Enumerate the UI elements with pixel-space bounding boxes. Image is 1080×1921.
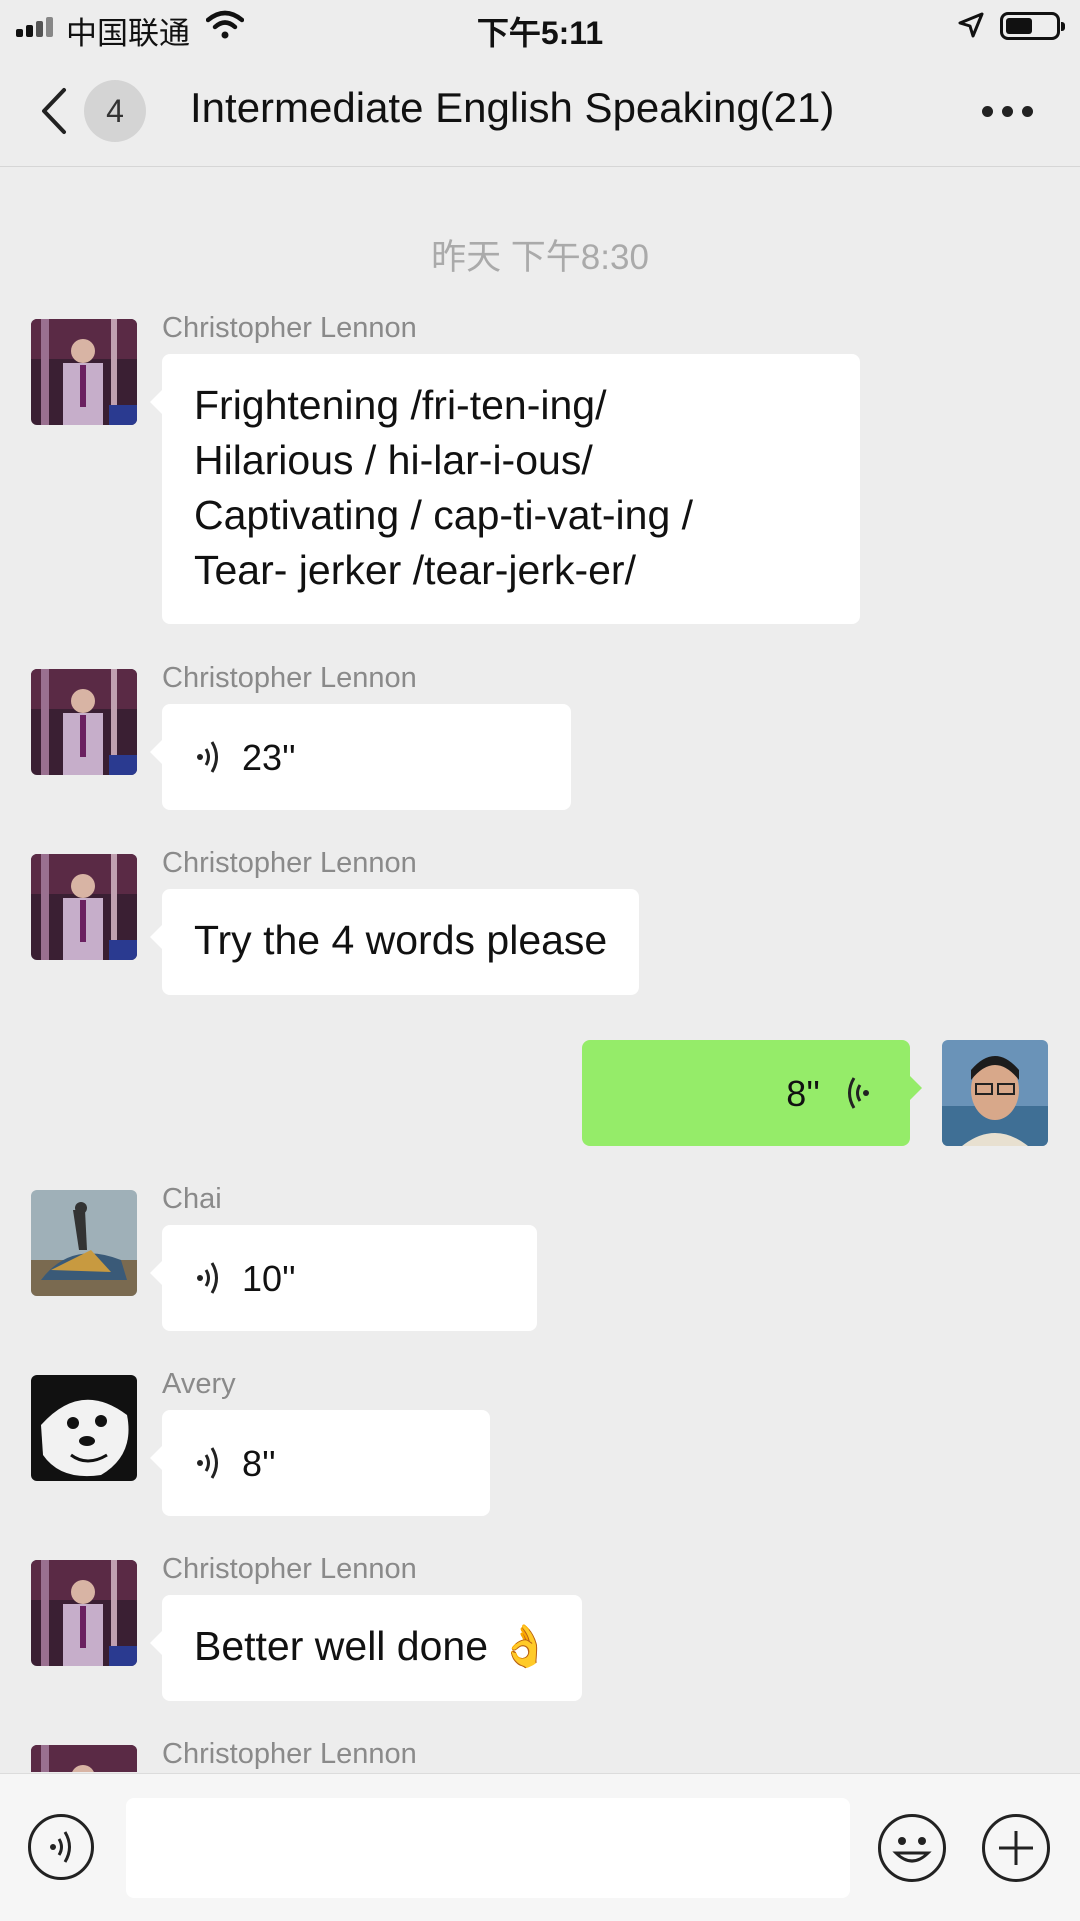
voice-duration: 10'' xyxy=(242,1257,296,1299)
more-dots-icon[interactable] xyxy=(980,104,1036,120)
voice-message-bubble[interactable]: 10'' xyxy=(150,1225,537,1331)
message-bubble[interactable]: Better well done 👌 xyxy=(149,1595,583,1701)
sender-name: Christopher Lennon xyxy=(162,847,417,879)
plus-icon[interactable] xyxy=(982,1814,1050,1882)
message-bubble[interactable]: Try the 4 words please xyxy=(149,889,640,995)
sender-name: Christopher Lennon xyxy=(162,1553,417,1585)
voice-wave-icon xyxy=(197,741,218,773)
avatar[interactable] xyxy=(31,1560,137,1666)
location-arrow-icon xyxy=(958,12,984,38)
message-list[interactable]: 昨天 下午8:30 Christopher Lennon Frightening… xyxy=(0,167,1080,1772)
voice-wave-icon xyxy=(197,1262,218,1294)
input-bar xyxy=(0,1773,1080,1921)
avatar[interactable] xyxy=(31,1745,137,1772)
avatar[interactable] xyxy=(31,1190,137,1296)
chevron-left-icon[interactable] xyxy=(36,84,72,138)
battery-icon xyxy=(1000,12,1065,40)
voice-message-bubble[interactable]: 8'' xyxy=(582,1040,922,1146)
voice-wave-icon xyxy=(848,1077,869,1109)
avatar[interactable] xyxy=(31,854,137,960)
avatar[interactable] xyxy=(31,319,137,425)
chat-header: 4 Intermediate English Speaking(21) xyxy=(0,56,1080,167)
unread-count-badge[interactable]: 4 xyxy=(84,80,146,142)
avatar[interactable] xyxy=(942,1040,1048,1146)
voice-duration: 8'' xyxy=(242,1442,276,1484)
voice-wave-icon xyxy=(197,1447,218,1479)
message-bubble[interactable]: Frightening /fri-ten-ing/ Hilarious / hi… xyxy=(150,354,860,624)
chat-title: Intermediate English Speaking(21) xyxy=(190,84,835,131)
message-timestamp: 昨天 下午8:30 xyxy=(431,238,649,277)
voice-message-bubble[interactable]: 8'' xyxy=(150,1410,490,1516)
avatar[interactable] xyxy=(31,1375,137,1481)
message-input[interactable] xyxy=(126,1798,850,1898)
sender-name: Avery xyxy=(162,1368,236,1400)
voice-input-icon[interactable] xyxy=(28,1814,94,1880)
status-bar: 中国联通 下午5:11 xyxy=(0,0,1080,56)
clock: 下午5:11 xyxy=(476,15,604,51)
sender-name: Christopher Lennon xyxy=(162,662,417,694)
sender-name: Christopher Lennon xyxy=(162,1738,417,1770)
voice-duration: 8'' xyxy=(786,1072,820,1114)
sender-name: Christopher Lennon xyxy=(162,312,417,344)
voice-message-bubble[interactable]: 23'' xyxy=(150,704,571,810)
emoji-icon[interactable] xyxy=(878,1814,946,1882)
voice-duration: 23'' xyxy=(242,736,296,778)
sender-name: Chai xyxy=(162,1183,222,1215)
avatar[interactable] xyxy=(31,669,137,775)
